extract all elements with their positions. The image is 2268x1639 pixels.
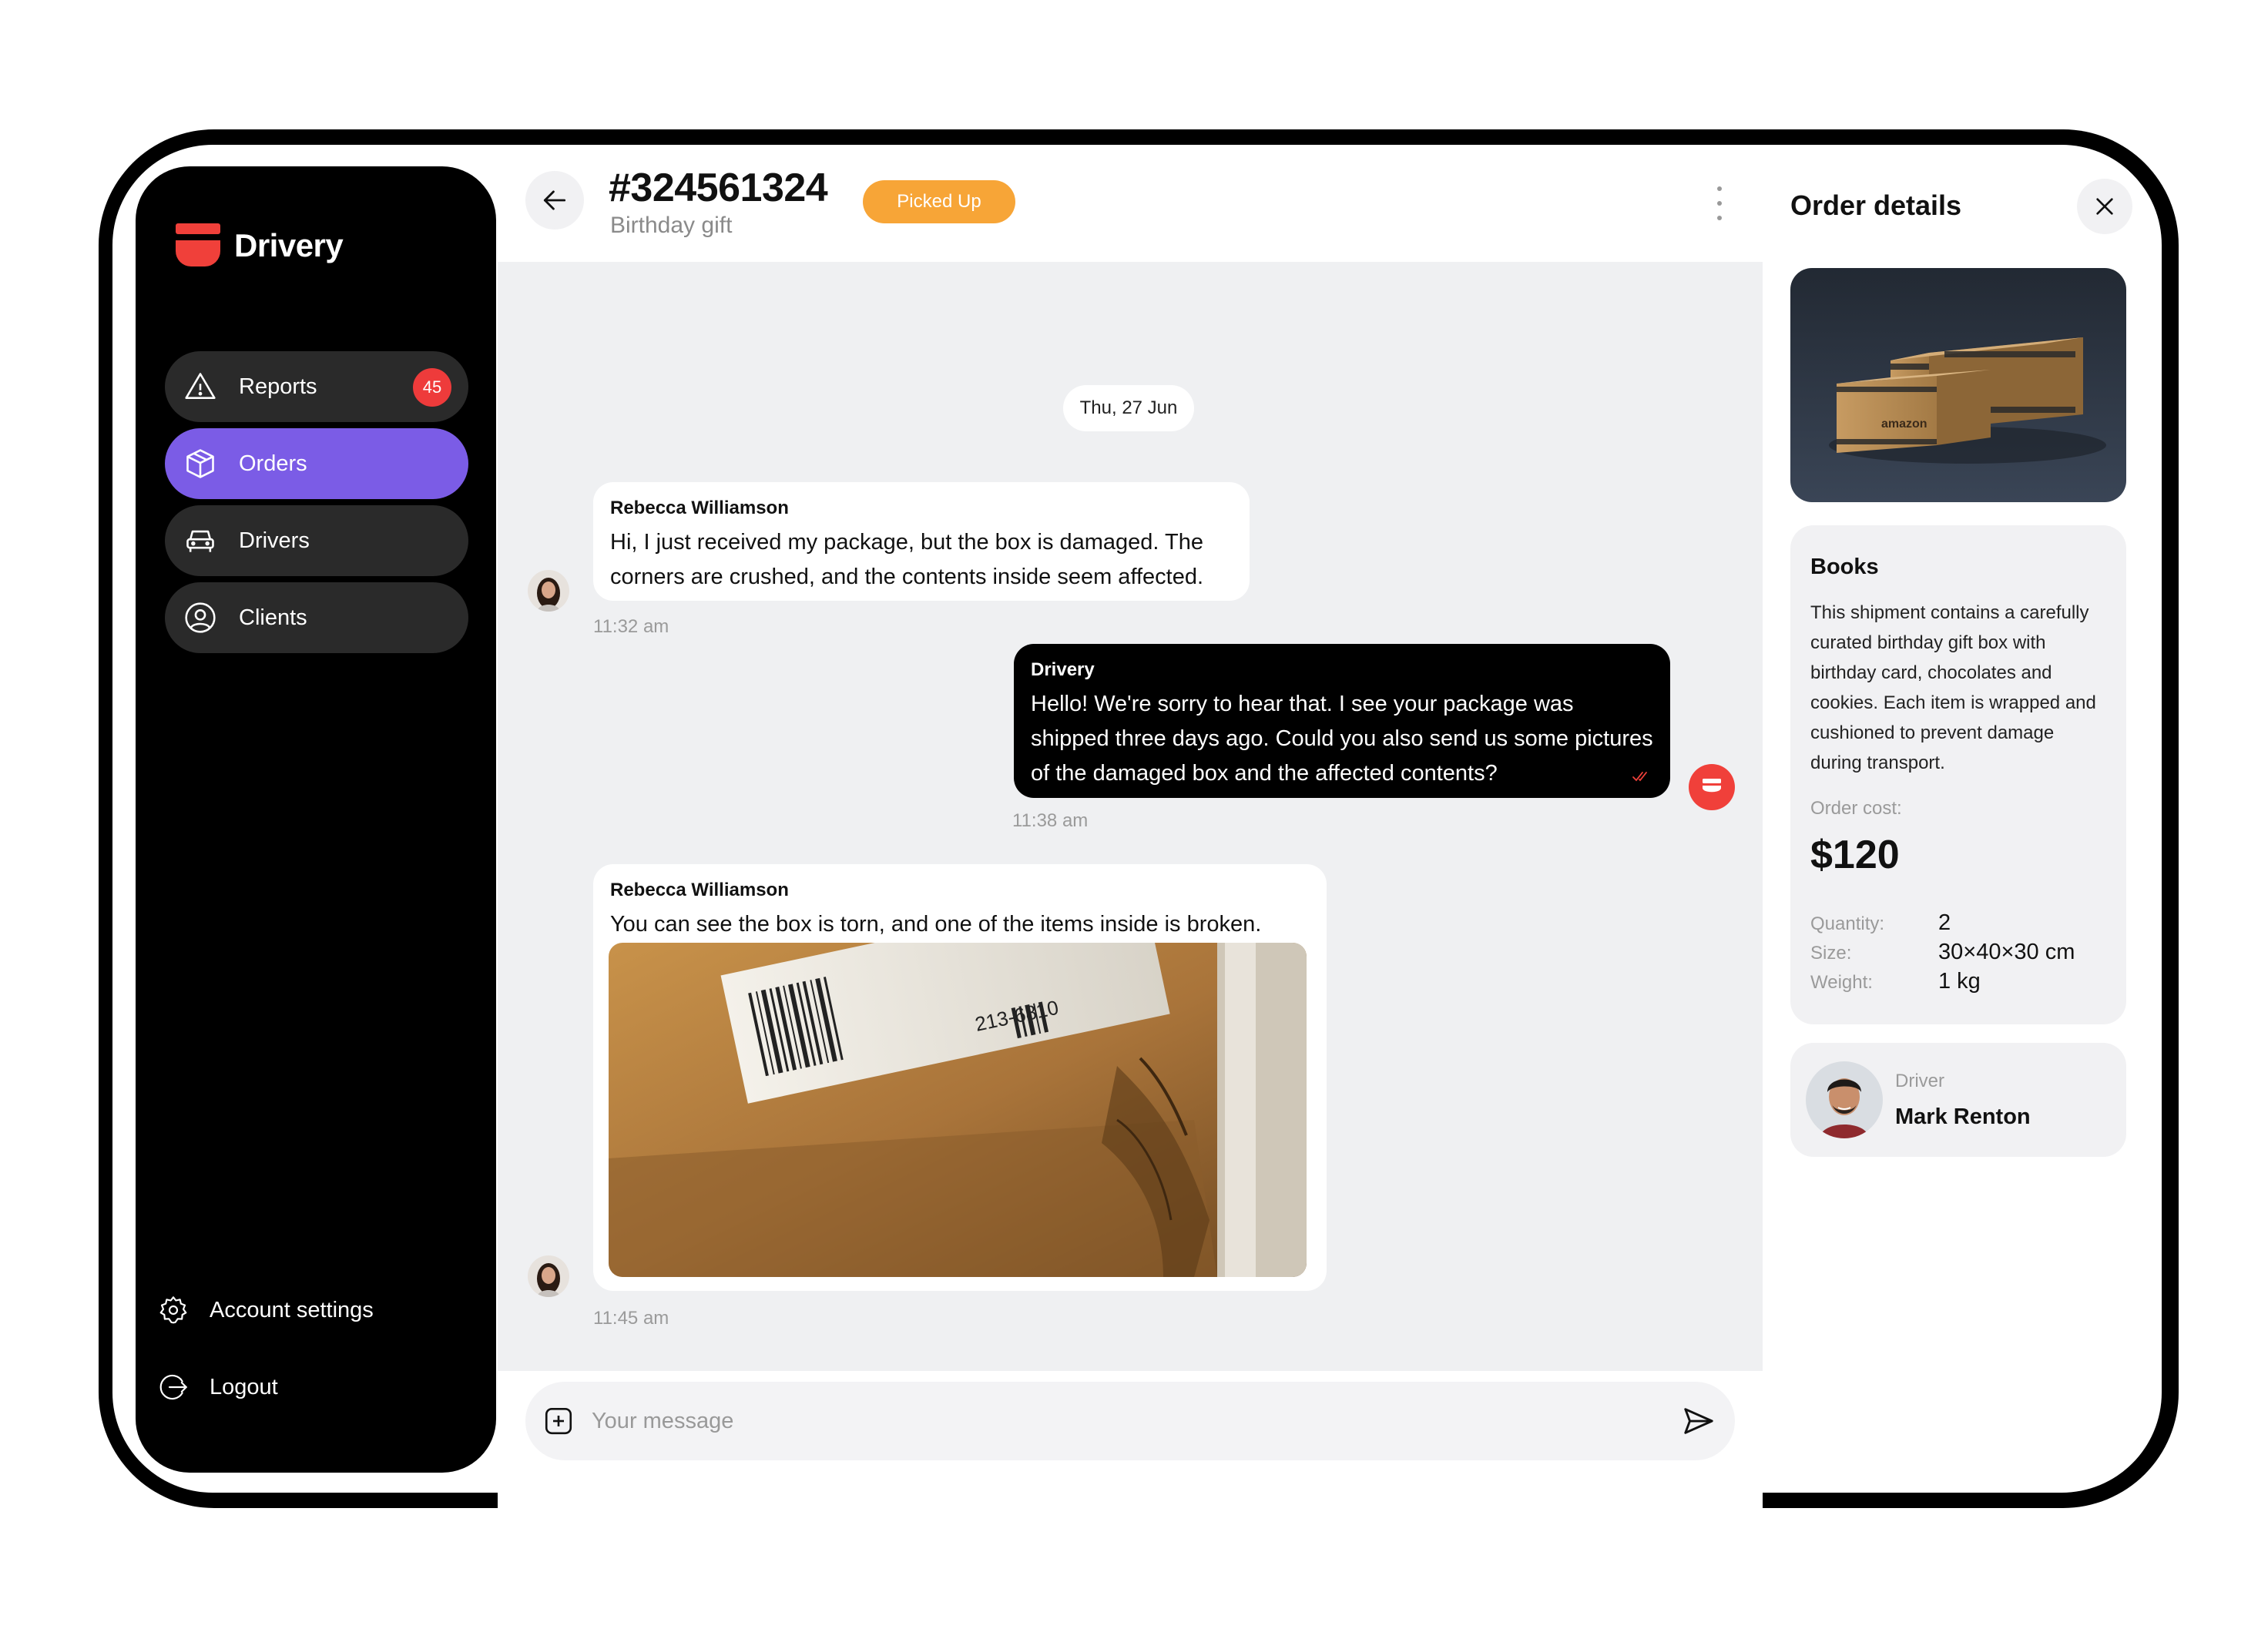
back-button[interactable] bbox=[525, 171, 584, 230]
client-avatar bbox=[528, 570, 569, 612]
message-text: You can see the box is torn, and one of … bbox=[610, 912, 1262, 937]
message-sender: Rebecca Williamson bbox=[610, 498, 789, 518]
order-id-title: #324561324 bbox=[609, 166, 828, 210]
logout-icon bbox=[156, 1369, 191, 1405]
spec-value-size: 30×40×30 cm bbox=[1938, 940, 2075, 964]
attach-plus-icon[interactable] bbox=[542, 1405, 575, 1437]
message-text: Hi, I just received my package, but the … bbox=[610, 530, 1204, 589]
sidebar-item-clients[interactable]: Clients bbox=[165, 582, 468, 653]
message-input[interactable] bbox=[592, 1397, 1624, 1445]
driver-name: Mark Renton bbox=[1895, 1104, 2031, 1129]
spec-label-weight: Weight: bbox=[1810, 972, 1873, 993]
arrow-left-icon bbox=[543, 190, 566, 210]
sidebar-item-drivers[interactable]: Drivers bbox=[165, 505, 468, 576]
brand-logo-icon bbox=[176, 223, 220, 268]
sidebar-item-label: Clients bbox=[239, 605, 307, 630]
order-cost-label: Order cost: bbox=[1810, 798, 1902, 819]
box-icon bbox=[182, 445, 219, 482]
message-time: 11:32 am bbox=[593, 616, 669, 637]
logout-label: Logout bbox=[210, 1374, 278, 1399]
sidebar-footer: Account settings Logout bbox=[156, 1291, 374, 1445]
client-avatar bbox=[528, 1255, 569, 1297]
sidebar-item-reports[interactable]: Reports 45 bbox=[165, 351, 468, 422]
send-icon[interactable] bbox=[1681, 1403, 1716, 1439]
order-subtitle: Birthday gift bbox=[610, 213, 733, 238]
sidebar-item-label: Reports bbox=[239, 374, 317, 399]
product-box-brand-text: amazon bbox=[1881, 417, 1927, 431]
driver-label: Driver bbox=[1895, 1071, 1944, 1091]
close-icon bbox=[2096, 198, 2113, 215]
date-separator: Thu, 27 Jun bbox=[1063, 385, 1194, 431]
brand[interactable]: Drivery bbox=[176, 223, 344, 268]
message-bubble-incoming: Rebecca Williamson Hi, I just received m… bbox=[593, 482, 1250, 601]
message-text: Hello! We're sorry to hear that. I see y… bbox=[1031, 692, 1653, 786]
message-time: 11:38 am bbox=[1012, 810, 1089, 831]
message-time: 11:45 am bbox=[593, 1308, 669, 1329]
brand-name: Drivery bbox=[234, 227, 344, 263]
account-settings-link[interactable]: Account settings bbox=[156, 1291, 374, 1329]
sidebar: Drivery Reports 45 Orders Drivers Client… bbox=[136, 166, 496, 1473]
driver-card[interactable]: Driver Mark Renton bbox=[1790, 1043, 2126, 1157]
message-sender: Rebecca Williamson bbox=[610, 880, 789, 900]
order-cost-value: $120 bbox=[1810, 833, 1900, 877]
sidebar-item-label: Orders bbox=[239, 451, 307, 476]
message-photo-attachment[interactable]: 213-6810 bbox=[609, 943, 1307, 1277]
brand-avatar bbox=[1689, 764, 1735, 810]
close-panel-button[interactable] bbox=[2077, 179, 2132, 234]
car-icon bbox=[182, 522, 219, 559]
user-circle-icon bbox=[182, 599, 219, 636]
reports-count-badge: 45 bbox=[413, 368, 451, 407]
order-description: This shipment contains a carefully curat… bbox=[1810, 602, 2096, 773]
spec-value-quantity: 2 bbox=[1938, 910, 1951, 935]
order-info-card: Books This shipment contains a carefully… bbox=[1790, 525, 2126, 1024]
message-composer bbox=[525, 1382, 1735, 1460]
more-options-icon[interactable] bbox=[1712, 186, 1727, 220]
order-category: Books bbox=[1810, 555, 1879, 579]
gear-icon bbox=[156, 1292, 191, 1328]
panel-title: Order details bbox=[1790, 189, 1962, 221]
account-settings-label: Account settings bbox=[210, 1297, 374, 1322]
main-nav: Reports 45 Orders Drivers Clients bbox=[165, 351, 468, 659]
logout-link[interactable]: Logout bbox=[156, 1368, 374, 1406]
spec-value-weight: 1 kg bbox=[1938, 969, 1981, 994]
status-badge: Picked Up bbox=[863, 180, 1015, 223]
warning-icon bbox=[182, 368, 219, 405]
sidebar-item-label: Drivers bbox=[239, 528, 310, 553]
spec-label-size: Size: bbox=[1810, 943, 1852, 964]
driver-avatar bbox=[1806, 1061, 1883, 1138]
sidebar-item-orders[interactable]: Orders bbox=[165, 428, 468, 499]
spec-label-quantity: Quantity: bbox=[1810, 913, 1885, 934]
message-sender: Drivery bbox=[1031, 659, 1095, 680]
message-bubble-outgoing: Drivery Hello! We're sorry to hear that.… bbox=[1014, 644, 1670, 798]
product-image: amazon bbox=[1790, 268, 2126, 502]
double-check-icon bbox=[1632, 772, 1647, 782]
